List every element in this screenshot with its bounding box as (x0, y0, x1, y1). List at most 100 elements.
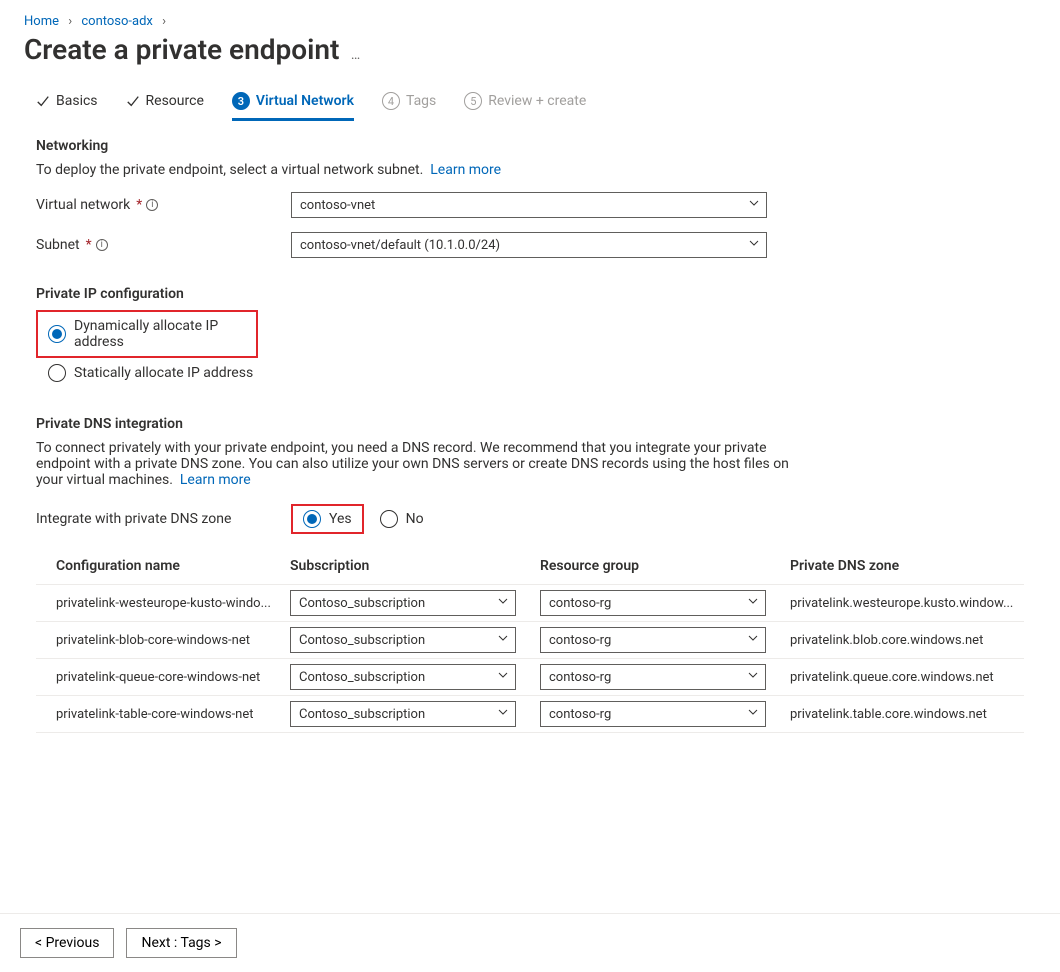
radio-integrate-yes[interactable]: Yes (297, 508, 358, 530)
networking-learn-more-link[interactable]: Learn more (430, 162, 501, 178)
resource-group-value: contoso-rg (549, 707, 611, 722)
radio-static-ip[interactable]: Statically allocate IP address (42, 360, 1024, 386)
dns-learn-more-link[interactable]: Learn more (180, 472, 251, 488)
dns-heading: Private DNS integration (36, 416, 1024, 432)
table-row: privatelink-queue-core-windows-net Contos… (36, 659, 1024, 696)
integrate-dns-label-text: Integrate with private DNS zone (36, 511, 231, 527)
chevron-down-icon (497, 595, 509, 611)
checkmark-icon (126, 94, 140, 108)
col-header-subscription: Subscription (282, 548, 532, 585)
col-header-config-name: Configuration name (36, 548, 282, 585)
tab-review-create[interactable]: 5 Review + create (464, 86, 586, 118)
dns-description: To connect privately with your private e… (36, 440, 796, 488)
subscription-dropdown[interactable]: Contoso_subscription (290, 590, 516, 616)
required-asterisk-icon: * (136, 197, 142, 213)
subscription-value: Contoso_subscription (299, 633, 425, 648)
chevron-down-icon (747, 706, 759, 722)
next-button[interactable]: Next : Tags > (126, 928, 236, 958)
checkmark-icon (36, 94, 50, 108)
chevron-down-icon (497, 632, 509, 648)
subscription-dropdown[interactable]: Contoso_subscription (290, 627, 516, 653)
step-number-icon: 5 (464, 92, 482, 110)
subnet-dropdown[interactable]: contoso-vnet/default (10.1.0.0/24) (291, 232, 767, 258)
radio-static-label: Statically allocate IP address (74, 365, 253, 381)
step-number-icon: 3 (232, 92, 250, 110)
radio-icon (380, 510, 398, 528)
resource-group-dropdown[interactable]: contoso-rg (540, 627, 766, 653)
chevron-down-icon (748, 197, 760, 213)
tab-tags[interactable]: 4 Tags (382, 86, 436, 118)
dns-desc-text: To connect privately with your private e… (36, 440, 789, 488)
radio-yes-label: Yes (329, 511, 352, 527)
info-icon[interactable]: i (146, 199, 158, 211)
resource-group-dropdown[interactable]: contoso-rg (540, 701, 766, 727)
dns-zone-cell: privatelink.blob.core.windows.net (790, 633, 983, 648)
subscription-value: Contoso_subscription (299, 707, 425, 722)
table-row: privatelink-westeurope-kusto-windo... Con… (36, 585, 1024, 622)
highlight-integrate-yes: Yes (291, 504, 364, 534)
radio-icon (48, 325, 66, 343)
highlight-dynamic-ip: Dynamically allocate IP address (36, 310, 258, 358)
dns-zone-cell: privatelink.table.core.windows.net (790, 707, 987, 722)
chevron-right-icon: › (162, 14, 166, 29)
step-number-icon: 4 (382, 92, 400, 110)
chevron-down-icon (747, 595, 759, 611)
radio-dynamic-label: Dynamically allocate IP address (74, 318, 246, 350)
resource-group-dropdown[interactable]: contoso-rg (540, 590, 766, 616)
chevron-down-icon (747, 632, 759, 648)
networking-heading: Networking (36, 138, 1024, 154)
radio-dynamic-ip[interactable]: Dynamically allocate IP address (42, 314, 252, 354)
radio-icon (303, 510, 321, 528)
previous-button[interactable]: < Previous (20, 928, 114, 958)
virtual-network-label: Virtual network * i (36, 197, 291, 213)
col-header-resource-group: Resource group (532, 548, 782, 585)
more-options-button[interactable]: … (351, 47, 362, 63)
wizard-tabs: Basics Resource 3 Virtual Network 4 Tags… (36, 86, 1024, 118)
page-title: Create a private endpoint (24, 33, 339, 66)
tab-basics[interactable]: Basics (36, 87, 98, 117)
resource-group-dropdown[interactable]: contoso-rg (540, 664, 766, 690)
resource-group-value: contoso-rg (549, 670, 611, 685)
tab-vnet-label: Virtual Network (256, 93, 354, 109)
dns-zone-cell: privatelink.westeurope.kusto.window... (790, 596, 1013, 611)
networking-desc-text: To deploy the private endpoint, select a… (36, 162, 423, 178)
config-name-cell: privatelink-table-core-windows-net (56, 707, 253, 722)
virtual-network-dropdown[interactable]: contoso-vnet (291, 192, 767, 218)
vnet-label-text: Virtual network (36, 197, 130, 213)
dns-zone-cell: privatelink.queue.core.windows.net (790, 670, 994, 685)
config-name-cell: privatelink-westeurope-kusto-windo... (56, 596, 271, 611)
tab-resource-label: Resource (146, 93, 204, 109)
table-row: privatelink-table-core-windows-net Contos… (36, 696, 1024, 733)
breadcrumb-contoso-adx[interactable]: contoso-adx (81, 14, 153, 29)
chevron-right-icon: › (68, 14, 72, 29)
chevron-down-icon (747, 669, 759, 685)
vnet-dropdown-value: contoso-vnet (300, 198, 375, 213)
tab-resource[interactable]: Resource (126, 87, 204, 117)
config-name-cell: privatelink-queue-core-windows-net (56, 670, 260, 685)
chevron-down-icon (497, 669, 509, 685)
wizard-footer: < Previous Next : Tags > (0, 913, 1060, 972)
info-icon[interactable]: i (96, 239, 108, 251)
required-asterisk-icon: * (86, 237, 92, 253)
radio-no-label: No (406, 511, 424, 527)
subscription-dropdown[interactable]: Contoso_subscription (290, 701, 516, 727)
subscription-value: Contoso_subscription (299, 670, 425, 685)
subscription-value: Contoso_subscription (299, 596, 425, 611)
tab-tags-label: Tags (406, 93, 436, 109)
breadcrumb-home[interactable]: Home (24, 14, 59, 29)
tab-basics-label: Basics (56, 93, 98, 109)
chevron-down-icon (748, 237, 760, 253)
subscription-dropdown[interactable]: Contoso_subscription (290, 664, 516, 690)
chevron-down-icon (497, 706, 509, 722)
col-header-dns-zone: Private DNS zone (782, 548, 1024, 585)
subnet-label-text: Subnet (36, 237, 80, 253)
resource-group-value: contoso-rg (549, 633, 611, 648)
integrate-dns-label: Integrate with private DNS zone (36, 511, 291, 527)
radio-integrate-no[interactable]: No (374, 508, 430, 530)
tab-review-label: Review + create (488, 93, 586, 109)
subnet-label: Subnet * i (36, 237, 291, 253)
subnet-dropdown-value: contoso-vnet/default (10.1.0.0/24) (300, 238, 500, 253)
ip-config-heading: Private IP configuration (36, 286, 1024, 302)
breadcrumb: Home › contoso-adx › (0, 0, 1060, 29)
tab-virtual-network[interactable]: 3 Virtual Network (232, 86, 354, 121)
